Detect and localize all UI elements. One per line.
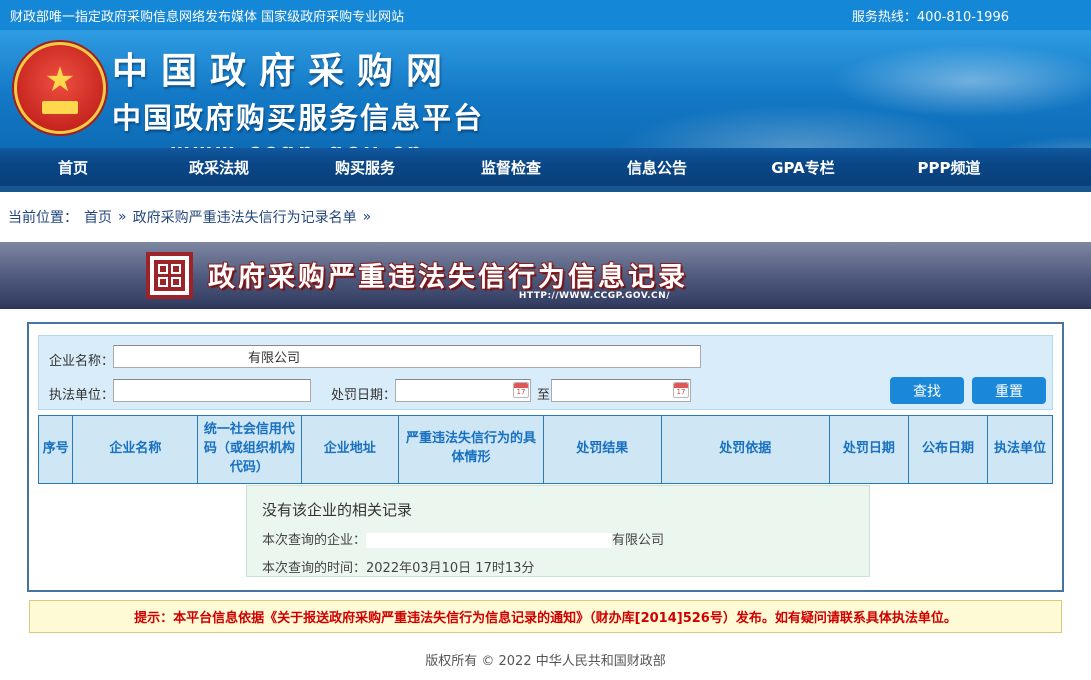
breadcrumb-trailing-separator: » <box>363 209 372 225</box>
no-records-message: 没有该企业的相关记录 <box>262 499 869 520</box>
date-range-separator: 至 <box>537 384 550 403</box>
breadcrumb: 当前位置： 首页 » 政府采购严重违法失信行为记录名单 » <box>0 192 1091 242</box>
notice-text: 提示：本平台信息依据《关于报送政府采购严重违法失信行为信息记录的通知》（财办库[… <box>134 607 957 626</box>
col-violation-details: 严重违法失信行为的具体情形 <box>398 416 543 484</box>
col-serial-number: 序号 <box>39 416 73 484</box>
page-banner: 政府采购严重违法失信行为信息记录 HTTP://WWW.CCGP.GOV.CN/ <box>0 242 1091 309</box>
main-nav: 首页 政采法规 购买服务 监督检查 信息公告 GPA专栏 PPP频道 <box>0 148 1091 192</box>
calendar-icon[interactable]: 17 <box>513 382 529 398</box>
site-title-block: 中国政府采购网 中国政府购买服务信息平台 www.ccgp.gov.cn <box>112 42 484 148</box>
enforcement-unit-label: 执法单位： <box>49 384 114 403</box>
copyright-text: 版权所有 © 2022 中华人民共和国财政部 <box>425 654 665 669</box>
breadcrumb-home-link[interactable]: 首页 <box>84 207 112 227</box>
nav-item-supervision[interactable]: 监督检查 <box>438 157 584 178</box>
col-penalty-result: 处罚结果 <box>543 416 661 484</box>
top-info-bar: 财政部唯一指定政府采购信息网络发布媒体 国家级政府采购专业网站 服务热线：400… <box>0 0 1091 30</box>
calendar-icon[interactable]: 17 <box>673 382 689 398</box>
records-table: 序号 企业名称 统一社会信用代码（或组织机构代码） 企业地址 严重违法失信行为的… <box>38 415 1053 484</box>
site-subtitle: 中国政府购买服务信息平台 <box>112 95 484 137</box>
seal-stamp-icon <box>146 252 193 299</box>
service-hotline: 服务热线：400-810-1996 <box>852 6 1009 25</box>
enforcement-unit-input[interactable] <box>113 379 311 402</box>
search-panel: 企业名称： 执法单位： 处罚日期： 17 至 17 查找 重置 <box>38 335 1053 410</box>
col-publish-date: 公布日期 <box>908 416 987 484</box>
col-penalty-date: 处罚日期 <box>829 416 908 484</box>
date-from-wrap: 17 <box>395 379 531 402</box>
star-icon: ★ <box>45 63 75 97</box>
page-title: 政府采购严重违法失信行为信息记录 <box>208 255 688 294</box>
breadcrumb-current-link[interactable]: 政府采购严重违法失信行为记录名单 <box>133 207 357 227</box>
col-company-name: 企业名称 <box>73 416 198 484</box>
query-time-line: 本次查询的时间：2022年03月10日 17时13分 <box>262 557 869 576</box>
site-url: www.ccgp.gov.cn <box>112 139 484 148</box>
notice-bar: 提示：本平台信息依据《关于报送政府采购严重违法失信行为信息记录的通知》（财办库[… <box>29 600 1062 633</box>
date-to-wrap: 17 <box>551 379 691 402</box>
company-name-input[interactable] <box>113 345 701 368</box>
site-tagline: 财政部唯一指定政府采购信息网络发布媒体 国家级政府采购专业网站 <box>10 6 404 25</box>
breadcrumb-separator: » <box>118 209 127 225</box>
nav-item-ppp[interactable]: PPP频道 <box>876 157 1022 178</box>
col-credit-code: 统一社会信用代码（或组织机构代码） <box>198 416 301 484</box>
queried-company-label: 本次查询的企业： <box>262 533 366 548</box>
nav-item-purchase-services[interactable]: 购买服务 <box>292 157 438 178</box>
nav-item-regulations[interactable]: 政采法规 <box>146 157 292 178</box>
gate-shape <box>42 101 78 114</box>
nav-item-gpa[interactable]: GPA专栏 <box>730 157 876 178</box>
query-result-box: 没有该企业的相关记录 本次查询的企业： 有限公司 本次查询的时间：2022年03月… <box>246 485 870 577</box>
banner-url: HTTP://WWW.CCGP.GOV.CN/ <box>480 291 670 301</box>
col-enforcement-unit: 执法单位 <box>988 416 1053 484</box>
company-name-label: 企业名称： <box>49 350 114 369</box>
seal-pattern <box>154 260 185 291</box>
penalty-date-label: 处罚日期： <box>331 384 396 403</box>
content-box: 企业名称： 执法单位： 处罚日期： 17 至 17 查找 重置 序号 企业名称 <box>27 322 1064 592</box>
reset-button[interactable]: 重置 <box>972 377 1046 404</box>
find-button[interactable]: 查找 <box>890 377 964 404</box>
page-footer: 版权所有 © 2022 中华人民共和国财政部 <box>0 650 1091 669</box>
queried-company-line: 本次查询的企业： 有限公司 <box>262 529 869 548</box>
table-header-row: 序号 企业名称 统一社会信用代码（或组织机构代码） 企业地址 严重违法失信行为的… <box>39 416 1053 484</box>
nav-item-announcements[interactable]: 信息公告 <box>584 157 730 178</box>
col-penalty-basis: 处罚依据 <box>661 416 829 484</box>
col-company-address: 企业地址 <box>301 416 398 484</box>
breadcrumb-label: 当前位置： <box>8 207 78 227</box>
queried-company-value: 有限公司 <box>612 533 664 548</box>
nav-item-home[interactable]: 首页 <box>0 157 146 178</box>
date-from-input[interactable] <box>395 379 531 402</box>
redaction-overlay <box>366 533 612 548</box>
date-to-input[interactable] <box>551 379 691 402</box>
site-header: ★ 中国政府采购网 中国政府购买服务信息平台 www.ccgp.gov.cn <box>0 30 1091 148</box>
site-name[interactable]: 中国政府采购网 <box>112 42 484 94</box>
national-emblem-logo[interactable]: ★ <box>14 42 106 134</box>
